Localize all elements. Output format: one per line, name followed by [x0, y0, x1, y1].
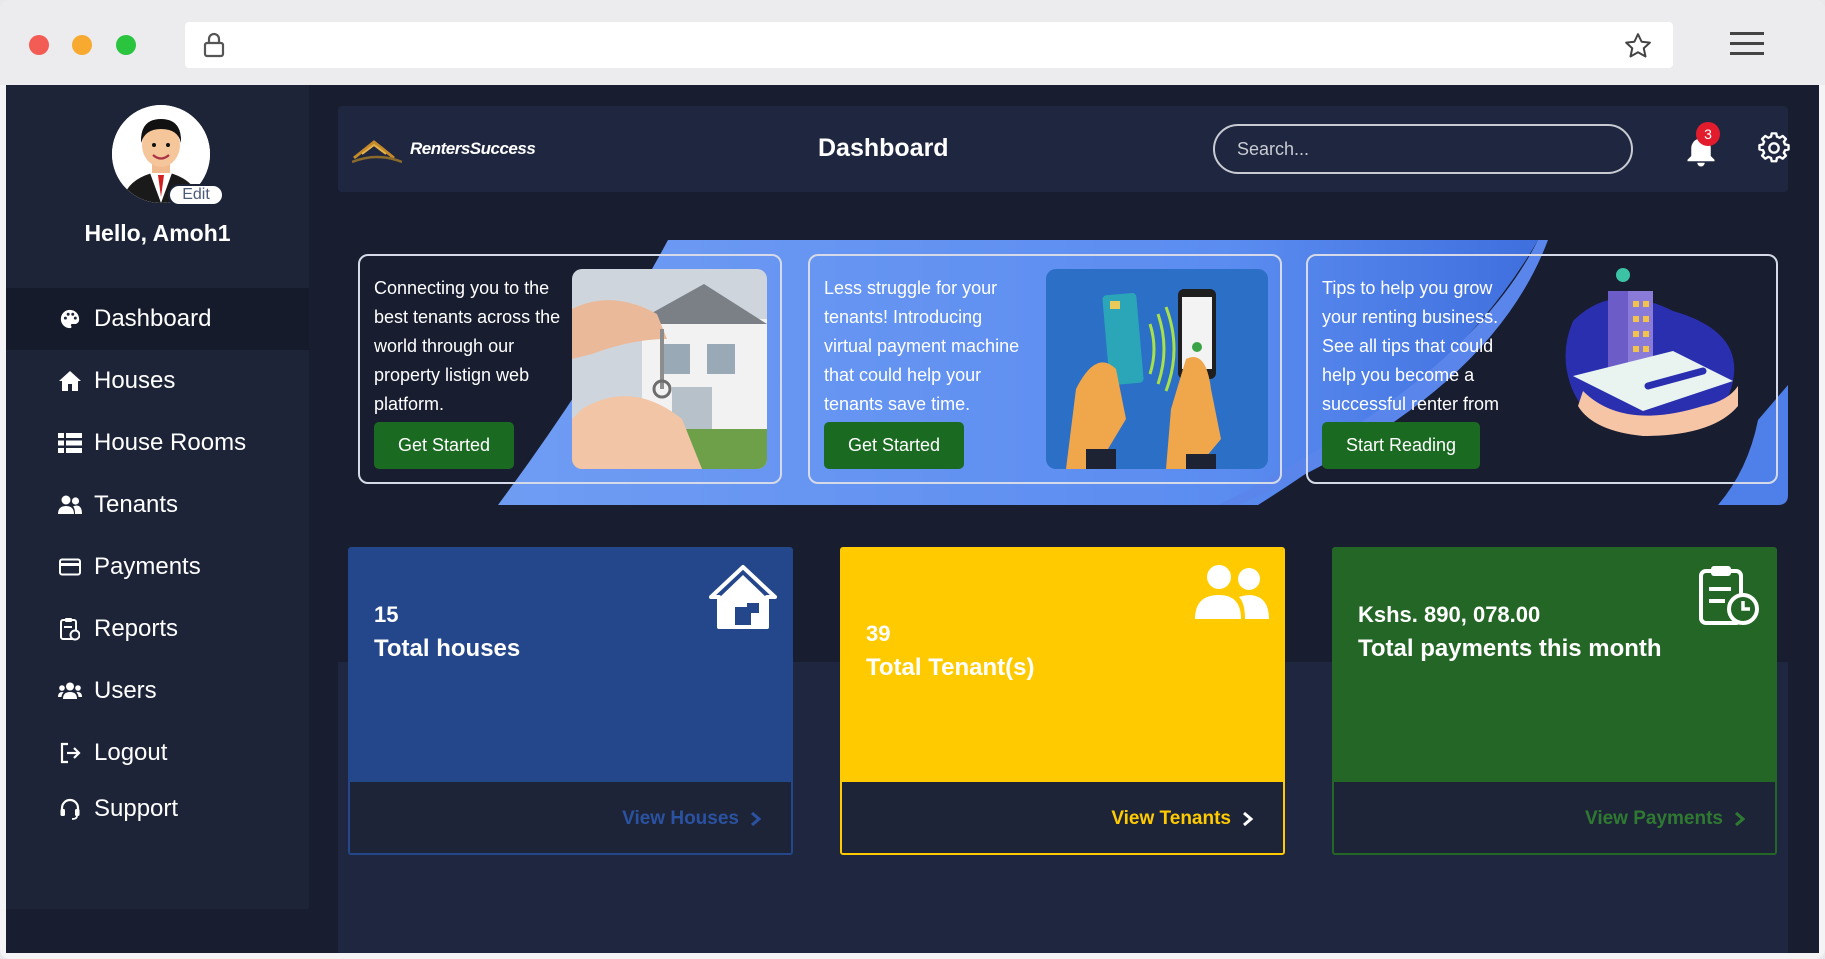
top-bar: RentersSuccess Dashboard 3 [338, 106, 1790, 192]
sidebar-item-house-rooms[interactable]: House Rooms [6, 412, 309, 474]
profile-area: Edit [112, 105, 224, 206]
sidebar-item-reports[interactable]: Reports [6, 598, 309, 660]
sidebar-nav: Dashboard Houses House Rooms Tenants Pay… [6, 288, 309, 834]
user-group-icon [58, 679, 82, 703]
building-in-hand-image [1553, 261, 1753, 451]
minimize-window-button[interactable] [72, 35, 92, 55]
sidebar-item-label: Logout [94, 739, 168, 766]
sidebar-item-label: Tenants [94, 491, 179, 518]
stat-card-body: 15 Total houses [350, 549, 791, 782]
promo-text: Less struggle for your tenants! Introduc… [824, 278, 1020, 414]
view-houses-link[interactable]: View Houses [622, 808, 763, 830]
browser-window: Edit Hello, Amoh1 Dashboard Houses House… [0, 0, 1825, 959]
stat-card-body: 39 Total Tenant(s) [842, 549, 1283, 782]
view-payments-link[interactable]: View Payments [1585, 808, 1747, 830]
app-root: Edit Hello, Amoh1 Dashboard Houses House… [6, 85, 1819, 953]
page-title: Dashboard [818, 134, 949, 162]
search-input[interactable] [1213, 124, 1633, 174]
users-icon [1195, 565, 1269, 619]
close-window-button[interactable] [29, 35, 49, 55]
sidebar: Edit Hello, Amoh1 Dashboard Houses House… [6, 85, 309, 909]
home-icon [58, 369, 82, 393]
clipboard-clock-icon [1699, 566, 1759, 625]
stat-card-houses: 15 Total houses View Houses [348, 547, 793, 855]
stat-value: 39 [866, 621, 891, 646]
sidebar-item-payments[interactable]: Payments [6, 536, 309, 598]
promo-card-listing: Connecting you to the best tenants acros… [358, 254, 782, 484]
sidebar-item-label: Support [94, 795, 179, 822]
logout-icon [58, 741, 82, 765]
address-bar[interactable] [185, 22, 1673, 68]
star-icon[interactable] [1623, 31, 1653, 61]
stat-card-footer: View Payments [1334, 782, 1775, 853]
sidebar-item-logout[interactable]: Logout [6, 722, 309, 784]
notification-badge: 3 [1696, 122, 1720, 146]
start-reading-button[interactable]: Start Reading [1322, 422, 1481, 469]
sidebar-item-tenants[interactable]: Tenants [6, 474, 309, 536]
sidebar-item-support[interactable]: Support [6, 784, 309, 834]
stat-card-payments: Kshs. 890, 078.00 Total payments this mo… [1332, 547, 1777, 855]
keys-house-image [572, 269, 767, 469]
get-started-button[interactable]: Get Started [824, 422, 965, 469]
promo-text: Connecting you to the best tenants acros… [374, 278, 561, 414]
gear-icon[interactable] [1758, 132, 1790, 164]
chevron-right-icon [1735, 811, 1746, 827]
maximize-window-button[interactable] [116, 35, 136, 55]
stat-card-tenants: 39 Total Tenant(s) View Tenants [840, 547, 1285, 855]
stat-label: Total houses [374, 635, 521, 662]
stat-value: Kshs. 890, 078.00 [1358, 602, 1541, 627]
view-tenants-link[interactable]: View Tenants [1111, 808, 1255, 830]
greeting: Hello, Amoh1 [84, 220, 231, 246]
chevron-right-icon [751, 811, 762, 827]
stat-label: Total payments this month [1358, 635, 1662, 662]
get-started-button[interactable]: Get Started [374, 422, 515, 469]
sidebar-item-houses[interactable]: Houses [6, 350, 309, 412]
sidebar-item-label: Houses [94, 367, 176, 394]
stat-label: Total Tenant(s) [866, 654, 1035, 681]
brand-name: RentersSuccess [410, 139, 536, 158]
sidebar-item-dashboard[interactable]: Dashboard [6, 288, 309, 350]
menu-icon[interactable] [1730, 30, 1764, 58]
headset-icon [58, 797, 82, 821]
sidebar-item-label: Dashboard [94, 305, 212, 332]
sidebar-item-label: Reports [94, 615, 179, 642]
sidebar-item-label: Payments [94, 553, 201, 580]
palette-icon [58, 307, 82, 331]
promo-text: Tips to help you grow your renting busin… [1322, 278, 1500, 414]
sidebar-item-users[interactable]: Users [6, 660, 309, 722]
stat-value: 15 [374, 602, 399, 627]
house-logo-icon [352, 140, 402, 164]
link-label: View Payments [1584, 808, 1723, 829]
stat-card-footer: View Tenants [842, 782, 1283, 853]
link-label: View Tenants [1111, 808, 1231, 829]
sidebar-item-label: Users [94, 677, 157, 704]
sidebar-item-label: House Rooms [94, 429, 247, 456]
stat-card-footer: View Houses [350, 782, 791, 853]
lock-icon [203, 32, 225, 58]
brand-logo[interactable]: RentersSuccess [352, 134, 536, 164]
home-icon [709, 565, 777, 629]
promo-banner: Connecting you to the best tenants acros… [338, 240, 1788, 505]
link-label: View Houses [622, 808, 739, 829]
stat-card-body: Kshs. 890, 078.00 Total payments this mo… [1334, 549, 1775, 782]
credit-card-icon [58, 555, 82, 579]
edit-profile-button[interactable]: Edit [168, 184, 224, 206]
users-icon [58, 493, 82, 517]
list-icon [58, 431, 82, 455]
browser-toolbar [0, 0, 1825, 85]
chevron-right-icon [1243, 811, 1254, 827]
report-icon [58, 617, 82, 641]
promo-card-payment: Less struggle for your tenants! Introduc… [808, 254, 1282, 484]
promo-card-tips: Tips to help you grow your renting busin… [1306, 254, 1778, 484]
payment-machine-image [1046, 269, 1268, 469]
